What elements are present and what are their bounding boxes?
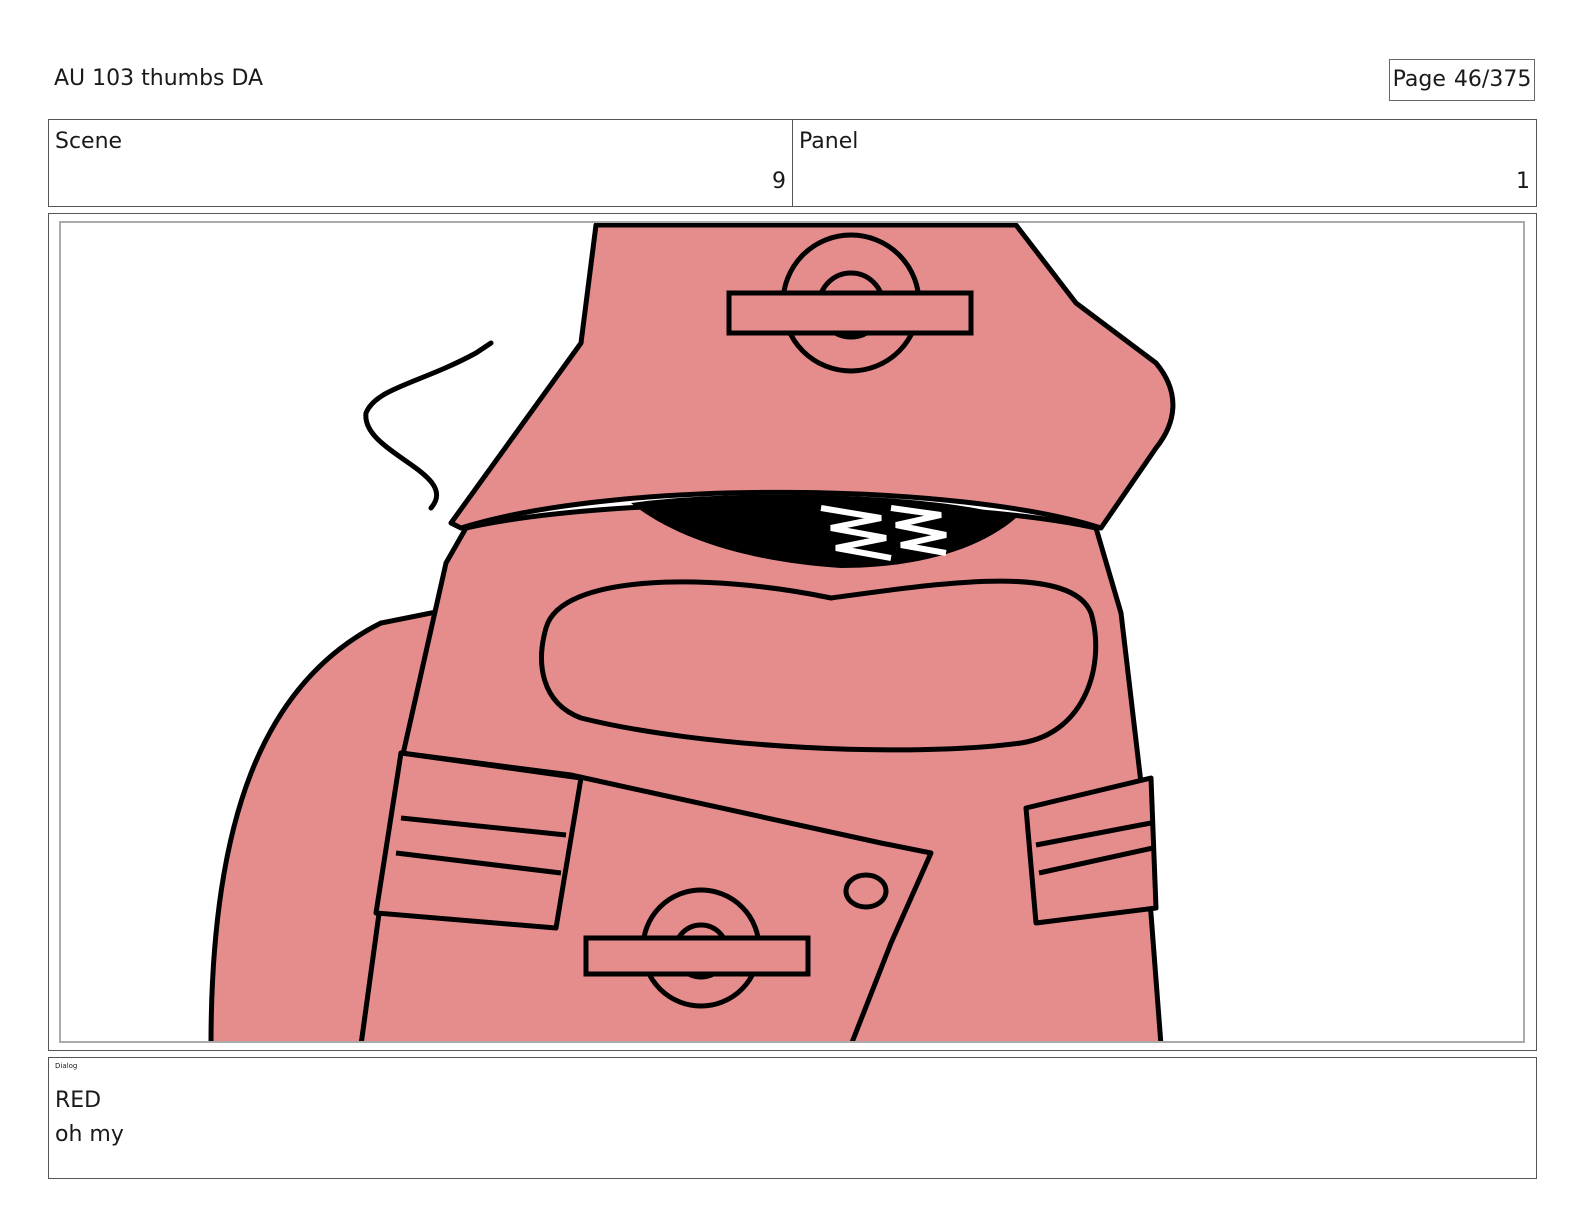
visor-shape <box>539 578 1099 753</box>
scene-cell: Scene 9 <box>49 120 792 206</box>
panel-image-area <box>59 221 1525 1043</box>
hat-bar <box>726 290 974 336</box>
panel-label: Panel <box>799 129 859 154</box>
scene-panel-info: Scene 9 Panel 1 <box>48 119 1537 207</box>
document-title: AU 103 thumbs DA <box>54 66 264 91</box>
dialog-label: Dialog <box>55 1062 78 1070</box>
panel-cell: Panel 1 <box>792 120 1536 206</box>
page-label: Page <box>1392 67 1446 92</box>
belt-bar <box>583 935 811 977</box>
dialog-box: Dialog RED oh my <box>48 1057 1537 1179</box>
page-number: 46/375 <box>1453 67 1532 92</box>
side-strap-left <box>373 750 584 931</box>
panel-number: 1 <box>1516 169 1530 194</box>
scene-label: Scene <box>55 129 123 154</box>
storyboard-panel <box>48 213 1537 1051</box>
crewmate-drawing <box>208 223 1176 1041</box>
crewmate-body <box>208 223 1176 1041</box>
hat-brim <box>363 340 494 511</box>
page-counter: Page 46/375 <box>1389 59 1535 101</box>
dialog-character: RED <box>55 1088 102 1113</box>
hat-shape <box>448 223 1176 531</box>
dialog-line: oh my <box>55 1122 124 1147</box>
dialog-text: RED oh my <box>55 1084 124 1152</box>
scene-number: 9 <box>772 169 786 194</box>
